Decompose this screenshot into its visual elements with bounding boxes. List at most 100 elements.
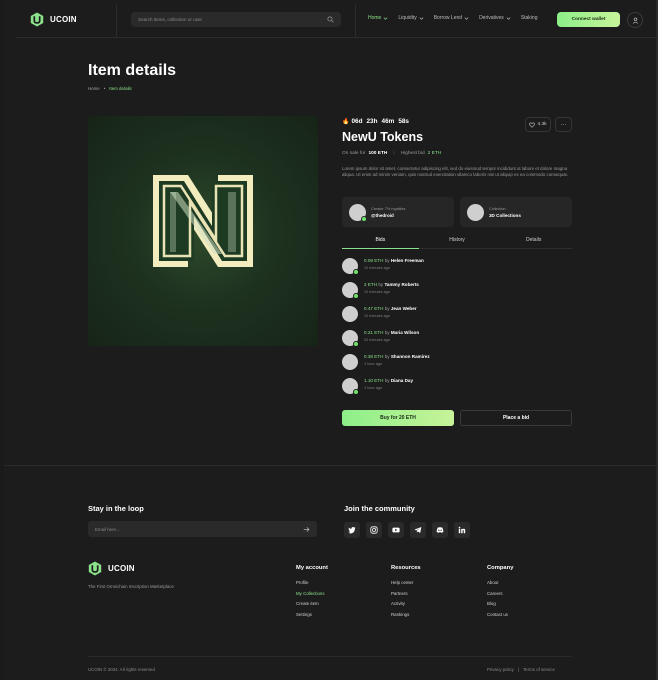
avatar[interactable]	[342, 330, 359, 347]
user-account-button[interactable]	[627, 12, 643, 28]
place-bid-button[interactable]: Place a bid	[460, 410, 572, 426]
nav-borrow-lend[interactable]: Borrow Lend	[434, 15, 469, 21]
timer-seconds: 58s	[398, 118, 409, 125]
footer-column-my-account: My account Profile My Collections Create…	[296, 565, 328, 622]
telegram-link[interactable]	[410, 522, 426, 538]
breadcrumb-home[interactable]: Home	[88, 86, 100, 91]
verified-icon	[353, 293, 359, 299]
buy-now-button[interactable]: Buy for 20 ETH	[342, 410, 454, 426]
nav-staking[interactable]: Staking	[521, 15, 538, 21]
avatar[interactable]	[342, 282, 359, 299]
verified-icon	[353, 389, 359, 395]
bid-user[interactable]: Diana Day	[391, 378, 413, 383]
tab-bids[interactable]: Bids	[342, 235, 419, 249]
footer-link-careers[interactable]: Careers	[487, 591, 513, 596]
main-nav: Home Liquidity Borrow Lend Derivatives S…	[368, 15, 537, 21]
fire-icon: 🔥	[342, 119, 350, 125]
bid-by: by	[384, 306, 390, 311]
email-input[interactable]	[95, 526, 303, 532]
bid-time: 20 minutes ago	[364, 337, 390, 342]
heart-icon	[529, 122, 536, 128]
on-sale-value: 100 ETH	[368, 151, 388, 156]
tab-details[interactable]: Details	[495, 235, 572, 248]
avatar[interactable]	[342, 378, 359, 395]
like-button[interactable]: 4.3k	[525, 117, 551, 132]
nav-liquidity[interactable]: Liquidity	[398, 15, 424, 21]
item-title: NewU Tokens	[342, 130, 424, 144]
more-options-button[interactable]: ···	[555, 117, 572, 132]
bid-amount: 0.21 ETH	[364, 330, 384, 335]
bid-by: by	[378, 282, 384, 287]
footer-link-about[interactable]: About	[487, 580, 513, 585]
chevron-down-icon	[383, 16, 388, 20]
tab-history[interactable]: History	[419, 235, 496, 248]
bid-amount: 0.47 ETH	[364, 306, 384, 311]
bid-user[interactable]: Shannon Ramirez	[391, 354, 430, 359]
highest-bid-value: 2 ETH	[427, 151, 442, 156]
footer-brand[interactable]: UCOIN	[88, 561, 135, 576]
search-input[interactable]	[138, 17, 327, 22]
like-count: 4.3k	[537, 122, 547, 127]
timer-days: 06d	[351, 118, 363, 125]
header-divider	[116, 4, 117, 38]
newsletter-form	[88, 521, 317, 537]
bid-user[interactable]: Helen Freeman	[391, 258, 424, 263]
twitter-icon	[348, 526, 356, 534]
community-title: Join the community	[344, 504, 415, 513]
site-header: UCOIN Home Liquidity Borrow Lend	[16, 4, 658, 38]
bid-user[interactable]: Tammy Roberts	[384, 282, 418, 287]
creator-card[interactable]: Creator 7% royalties @thedroid	[342, 197, 454, 227]
footer-link-settings[interactable]: Settings	[296, 612, 328, 617]
youtube-link[interactable]	[388, 522, 404, 538]
bid-time: 1 hour ago	[364, 385, 383, 390]
bid-amount: 2 ETH	[364, 282, 378, 287]
footer-column-title: Company	[487, 565, 514, 571]
search-icon[interactable]	[327, 16, 334, 23]
brand[interactable]: UCOIN	[30, 12, 77, 27]
breadcrumb-separator: •	[103, 86, 106, 91]
bid-amount: 0.09 ETH	[364, 258, 384, 263]
price-divider: |	[393, 151, 395, 156]
footer-link-help-center[interactable]: Help center	[391, 580, 421, 585]
collection-info: Collection 3D Collections	[489, 207, 521, 218]
footer-link-blog[interactable]: Blog	[487, 601, 513, 606]
avatar	[349, 203, 367, 222]
footer-divider	[4, 465, 658, 466]
footer-link-contact-us[interactable]: Contact us	[487, 612, 513, 617]
bid-info: 0.47 ETH by Jean Weber 10 minutes ago	[364, 306, 417, 318]
nav-label: Borrow Lend	[433, 15, 463, 21]
footer-link-partners[interactable]: Partners	[391, 591, 421, 596]
avatar[interactable]	[342, 258, 359, 275]
discord-link[interactable]	[432, 522, 448, 538]
verified-icon	[361, 215, 367, 222]
footer-column-resources: Resources Help center Partners Activity …	[391, 565, 421, 622]
avatar[interactable]	[342, 306, 358, 322]
bid-user[interactable]: Maria Wilson	[391, 330, 419, 335]
legal-links: Privacy policy | Terms of service	[487, 667, 555, 672]
footer-link-activity[interactable]: Activity	[391, 601, 421, 606]
arrow-right-icon[interactable]	[303, 526, 310, 533]
collection-card[interactable]: Collection 3D Collections	[460, 197, 572, 227]
terms-of-service-link[interactable]: Terms of service	[523, 667, 555, 672]
nav-derivatives[interactable]: Derivatives	[479, 15, 511, 21]
bid-summary: 0.38 ETH by Shannon Ramirez	[364, 354, 430, 359]
connect-wallet-button[interactable]: Connect wallet	[557, 12, 620, 27]
social-links	[344, 522, 470, 538]
instagram-link[interactable]	[366, 522, 382, 538]
verified-icon	[353, 341, 359, 347]
privacy-policy-link[interactable]: Privacy policy	[487, 667, 514, 672]
footer-column-title: Resources	[391, 565, 421, 571]
collection-label: Collection	[489, 206, 506, 211]
avatar[interactable]	[342, 354, 358, 370]
footer-link-my-collections[interactable]: My Collections	[296, 591, 328, 596]
footer-link-profile[interactable]: Profile	[296, 580, 328, 585]
linkedin-link[interactable]	[454, 522, 470, 538]
nav-home[interactable]: Home	[368, 15, 388, 21]
price-summary: On sale for 100 ETH | Highest bid 2 ETH	[342, 151, 441, 156]
brand-name: UCOIN	[50, 15, 77, 24]
footer-link-create-item[interactable]: Create item	[296, 601, 328, 606]
twitter-link[interactable]	[344, 522, 360, 538]
footer-link-rankings[interactable]: Rankings	[391, 612, 421, 617]
bid-info: 0.09 ETH by Helen Freeman 10 minutes ago	[364, 258, 424, 270]
bid-user[interactable]: Jean Weber	[391, 306, 417, 311]
